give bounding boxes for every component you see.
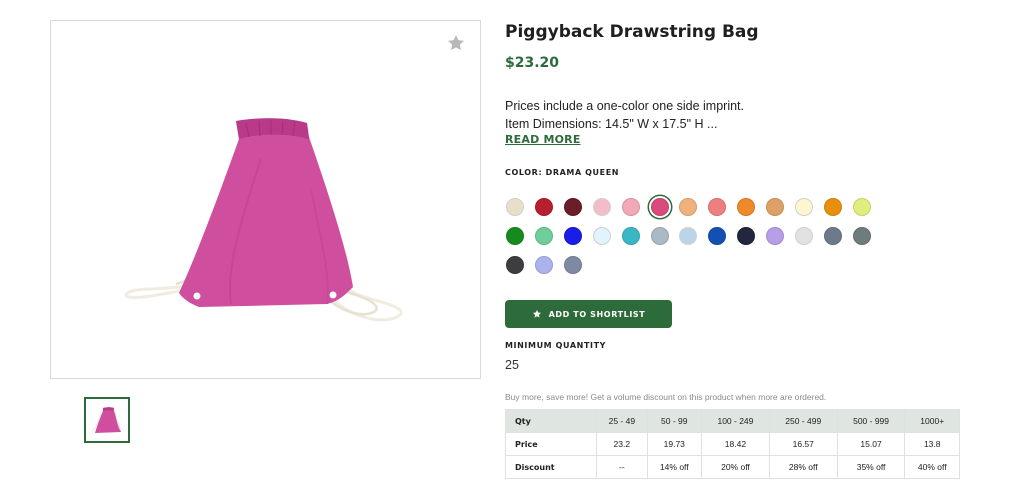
qty-cell: 1000+: [904, 409, 960, 433]
discount-cell: --: [596, 455, 648, 479]
color-swatch[interactable]: [766, 198, 785, 216]
color-swatch[interactable]: [621, 198, 640, 216]
discount-row: Discount -- 14% off 20% off 28% off 35% …: [504, 455, 960, 479]
shortlist-label: ADD TO SHORTLIST: [548, 309, 646, 319]
color-swatch[interactable]: [563, 227, 582, 245]
color-swatch[interactable]: [563, 198, 582, 216]
color-swatch[interactable]: [534, 256, 553, 274]
discount-cell: 14% off: [646, 455, 703, 479]
color-swatch[interactable]: [679, 198, 698, 216]
product-image: [124, 118, 403, 322]
discount-cell: 20% off: [701, 455, 770, 479]
minimum-quantity-value: 25: [505, 358, 519, 372]
price-row: Price 23.2 19.73 18.42 16.57 15.07 13.8: [504, 432, 960, 456]
qty-cell: 500 - 999: [836, 409, 906, 433]
color-swatch[interactable]: [650, 198, 669, 216]
price-cell: 13.8: [904, 432, 960, 456]
price-cell: 16.57: [768, 432, 838, 456]
qty-cell: 50 - 99: [646, 409, 703, 433]
product-image-frame: [50, 20, 481, 379]
description-line: Item Dimensions: 14.5" W x 17.5" H ...: [505, 116, 718, 131]
add-to-shortlist-button[interactable]: ADD TO SHORTLIST: [505, 300, 672, 328]
color-swatch[interactable]: [737, 227, 756, 245]
product-title: Piggyback Drawstring Bag: [505, 22, 759, 42]
product-description: Prices include a one-color one side impr…: [505, 98, 744, 133]
color-swatch[interactable]: [708, 198, 727, 216]
color-swatch[interactable]: [679, 227, 698, 245]
color-swatch[interactable]: [795, 198, 813, 216]
discount-cell: 40% off: [904, 455, 960, 479]
color-swatch[interactable]: [592, 198, 611, 216]
qty-cell: 250 - 499: [768, 409, 838, 433]
description-line: Prices include a one-color one side impr…: [505, 99, 745, 113]
product-thumbnail[interactable]: [84, 397, 130, 443]
color-swatch[interactable]: [766, 227, 785, 245]
color-swatch[interactable]: [506, 256, 524, 274]
color-swatch[interactable]: [795, 227, 813, 245]
favorite-star-icon[interactable]: [446, 33, 466, 53]
color-swatch[interactable]: [621, 227, 640, 245]
color-swatch[interactable]: [852, 198, 871, 216]
thumbnail-bag-icon: [92, 407, 122, 433]
qty-header: Qty: [504, 409, 598, 433]
color-swatch[interactable]: [506, 227, 524, 245]
color-swatch[interactable]: [823, 198, 842, 216]
color-label: COLOR: DRAMA QUEEN: [505, 168, 620, 177]
discount-cell: 28% off: [768, 455, 838, 479]
price-cell: 15.07: [836, 432, 906, 456]
color-swatch[interactable]: [852, 227, 871, 245]
price-header: Price: [504, 432, 598, 456]
color-swatch[interactable]: [534, 227, 553, 245]
price-cell: 18.42: [701, 432, 770, 456]
minimum-quantity-label: MINIMUM QUANTITY: [505, 341, 607, 350]
price-cell: 23.2: [596, 432, 648, 456]
color-swatch[interactable]: [592, 227, 611, 245]
qty-cell: 25 - 49: [596, 409, 648, 433]
qty-row: Qty 25 - 49 50 - 99 100 - 249 250 - 499 …: [504, 409, 960, 433]
product-price: $23.20: [505, 55, 560, 71]
color-swatch[interactable]: [823, 227, 842, 245]
qty-cell: 100 - 249: [701, 409, 770, 433]
price-cell: 19.73: [646, 432, 703, 456]
color-swatch[interactable]: [534, 198, 553, 216]
discount-cell: 35% off: [836, 455, 906, 479]
discount-header: Discount: [504, 455, 598, 479]
read-more-link[interactable]: READ MORE: [505, 133, 581, 146]
color-swatch[interactable]: [708, 227, 727, 245]
color-swatch[interactable]: [506, 198, 524, 216]
color-swatch[interactable]: [650, 227, 669, 245]
volume-discount-note: Buy more, save more! Get a volume discou…: [505, 392, 827, 402]
star-icon: [532, 310, 541, 318]
pricing-table: Qty 25 - 49 50 - 99 100 - 249 250 - 499 …: [504, 409, 960, 479]
color-swatch[interactable]: [737, 198, 756, 216]
color-swatch[interactable]: [563, 256, 582, 274]
